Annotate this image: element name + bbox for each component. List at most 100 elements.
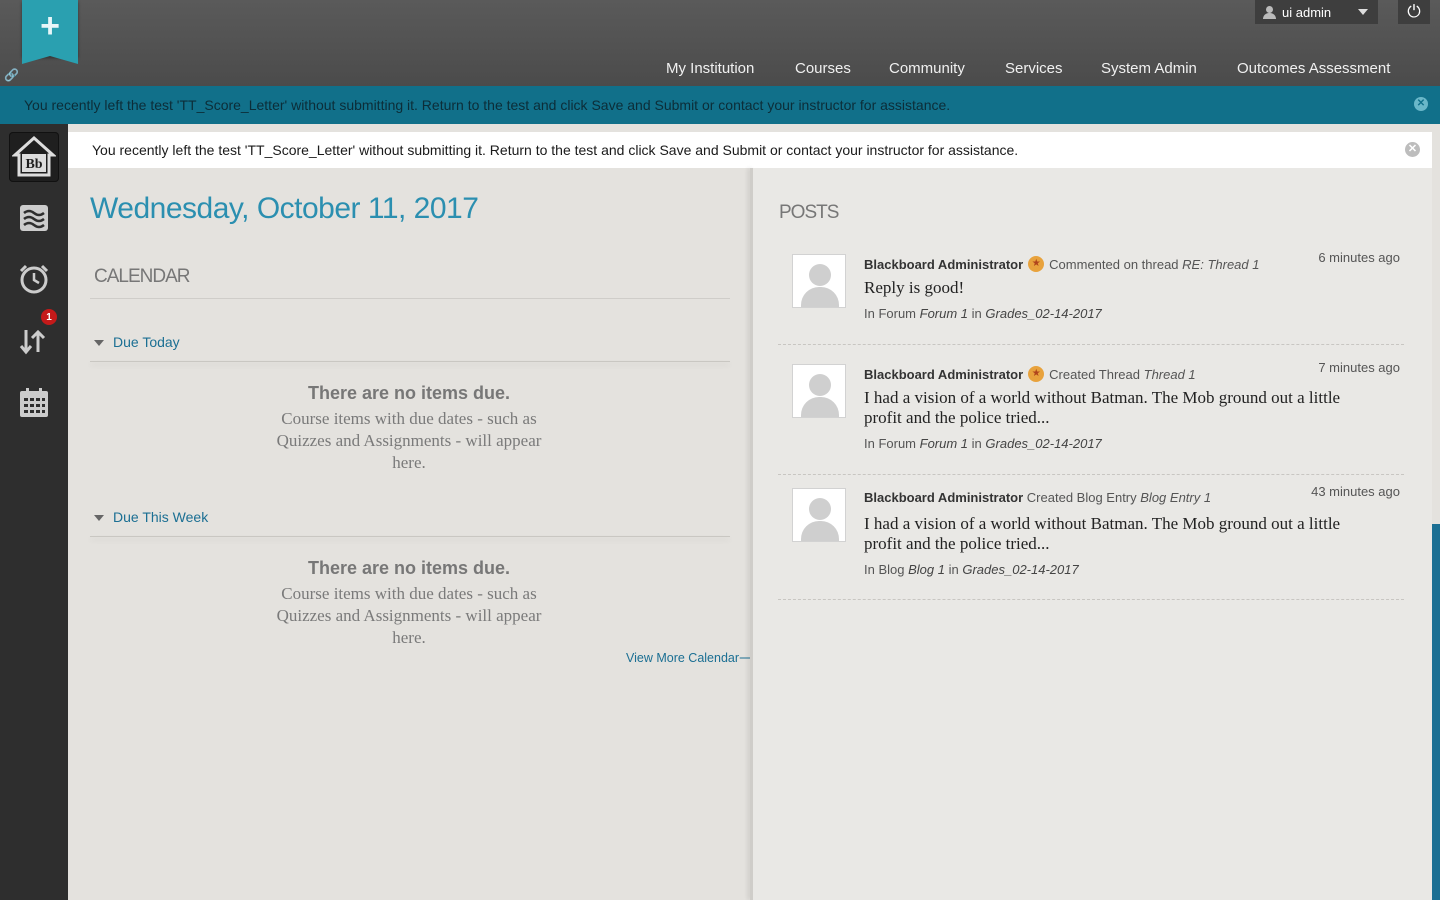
- svg-text:Bb: Bb: [25, 157, 42, 172]
- post-item: Blackboard Administrator Created Blog En…: [778, 482, 1404, 596]
- due-today-empty: There are no items due. Course items wit…: [264, 383, 554, 474]
- location-type: In Blog: [864, 562, 905, 577]
- main-content: You recently left the test 'TT_Score_Let…: [68, 124, 1440, 900]
- logout-button[interactable]: ⏻: [1398, 0, 1430, 24]
- post-meta: Blackboard Administrator Created Blog En…: [864, 490, 1211, 505]
- in-word: in: [971, 436, 982, 451]
- power-icon: ⏻: [1407, 2, 1421, 21]
- post-location: In Blog Blog 1 in Grades_02-14-2017: [864, 562, 1079, 577]
- location-type: In Forum: [864, 436, 917, 451]
- post-body[interactable]: I had a vision of a world without Batman…: [864, 388, 1374, 428]
- posts-pane: POSTS Blackboard Administrator ★ Comment…: [753, 168, 1432, 900]
- post-author[interactable]: Blackboard Administrator: [864, 490, 1023, 505]
- avatar: [792, 254, 846, 308]
- post-target[interactable]: Blog Entry 1: [1140, 490, 1211, 505]
- post-action: Created Thread: [1049, 366, 1140, 382]
- post-author[interactable]: Blackboard Administrator: [864, 367, 1023, 382]
- admin-badge-icon: ★: [1028, 366, 1045, 382]
- post-item: Blackboard Administrator ★ Created Threa…: [778, 358, 1404, 472]
- post-body[interactable]: Reply is good!: [864, 278, 1374, 298]
- due-week-label: Due This Week: [113, 509, 209, 525]
- post-target[interactable]: Thread 1: [1144, 367, 1196, 382]
- divider: [778, 599, 1404, 600]
- nav-my-institution[interactable]: My Institution: [666, 60, 754, 77]
- post-body[interactable]: I had a vision of a world without Batman…: [864, 514, 1374, 554]
- posts-heading: POSTS: [779, 202, 839, 223]
- stream-icon: [20, 205, 48, 231]
- triangle-down-icon: [94, 340, 104, 346]
- user-menu[interactable]: ui admin: [1255, 0, 1378, 24]
- rail-alarm[interactable]: [9, 254, 59, 304]
- rail-stream[interactable]: [9, 193, 59, 243]
- empty-title: There are no items due.: [307, 558, 511, 578]
- post-author[interactable]: Blackboard Administrator: [864, 257, 1023, 272]
- calendar-heading: CALENDAR: [94, 266, 190, 287]
- divider: [778, 344, 1404, 345]
- post-meta: Blackboard Administrator ★ Created Threa…: [864, 366, 1196, 382]
- inline-alert-text: You recently left the test 'TT_Score_Let…: [92, 142, 1019, 158]
- post-location: In Forum Forum 1 in Grades_02-14-2017: [864, 306, 1102, 321]
- user-name: ui admin: [1282, 4, 1332, 20]
- triangle-down-icon: [94, 515, 104, 521]
- alert-banner: You recently left the test 'TT_Score_Let…: [0, 86, 1440, 124]
- nav-outcomes-assessment[interactable]: Outcomes Assessment: [1237, 60, 1390, 77]
- course-name[interactable]: Grades_02-14-2017: [985, 436, 1101, 451]
- in-word: in: [971, 306, 982, 321]
- in-word: in: [948, 562, 959, 577]
- avatar: [792, 488, 846, 542]
- rail-calendar[interactable]: [9, 378, 59, 428]
- home-icon: Bb: [12, 135, 56, 177]
- location-name[interactable]: Blog 1: [908, 562, 945, 577]
- divider: [90, 361, 730, 362]
- empty-title: There are no items due.: [307, 383, 511, 403]
- close-icon[interactable]: ✕: [1414, 97, 1428, 111]
- post-time: 6 minutes ago: [1318, 250, 1400, 265]
- post-item: Blackboard Administrator ★ Commented on …: [778, 248, 1404, 342]
- quick-add-button[interactable]: +: [22, 0, 78, 64]
- nav-services[interactable]: Services: [1005, 60, 1063, 77]
- main-nav: My Institution Courses Community Service…: [0, 60, 1440, 80]
- user-icon: [1263, 5, 1276, 19]
- due-today-toggle[interactable]: Due Today: [94, 334, 180, 350]
- inline-alert: You recently left the test 'TT_Score_Let…: [68, 132, 1432, 168]
- post-time: 43 minutes ago: [1311, 484, 1400, 499]
- close-icon[interactable]: ✕: [1405, 142, 1420, 157]
- post-action: Commented on thread: [1049, 256, 1179, 272]
- view-more-calendar-link[interactable]: View More Calendar⟶: [626, 650, 757, 665]
- plus-icon: +: [40, 7, 60, 45]
- due-week-empty: There are no items due. Course items wit…: [264, 558, 554, 649]
- post-time: 7 minutes ago: [1318, 360, 1400, 375]
- post-meta: Blackboard Administrator ★ Commented on …: [864, 256, 1259, 272]
- page-title: Wednesday, October 11, 2017: [90, 192, 479, 225]
- empty-body: Course items with due dates - such as Qu…: [276, 584, 542, 647]
- avatar: [792, 364, 846, 418]
- course-name[interactable]: Grades_02-14-2017: [985, 306, 1101, 321]
- post-location: In Forum Forum 1 in Grades_02-14-2017: [864, 436, 1102, 451]
- nav-community[interactable]: Community: [889, 60, 965, 77]
- divider: [90, 536, 730, 537]
- top-header: + 🔗 ui admin ⏻ My Institution Courses Co…: [0, 0, 1440, 86]
- due-today-label: Due Today: [113, 334, 180, 350]
- post-action: Created Blog Entry: [1026, 490, 1137, 505]
- location-type: In Forum: [864, 306, 917, 321]
- calendar-icon: [20, 388, 48, 417]
- post-target[interactable]: RE: Thread 1: [1182, 257, 1259, 272]
- location-name[interactable]: Forum 1: [920, 436, 968, 451]
- empty-body: Course items with due dates - such as Qu…: [276, 409, 542, 472]
- updates-badge: 1: [41, 309, 57, 325]
- nav-courses[interactable]: Courses: [795, 60, 851, 77]
- calendar-pane: Wednesday, October 11, 2017 CALENDAR Due…: [68, 168, 757, 900]
- divider: [90, 298, 730, 299]
- admin-badge-icon: ★: [1028, 256, 1045, 272]
- scrollbar[interactable]: [1432, 524, 1440, 900]
- location-name[interactable]: Forum 1: [920, 306, 968, 321]
- alert-banner-text: You recently left the test 'TT_Score_Let…: [24, 97, 951, 113]
- course-name[interactable]: Grades_02-14-2017: [962, 562, 1078, 577]
- rail-updates[interactable]: 1: [9, 309, 59, 365]
- due-week-toggle[interactable]: Due This Week: [94, 509, 208, 525]
- left-rail: Bb 1: [0, 124, 68, 900]
- rail-home[interactable]: Bb: [9, 132, 59, 182]
- updates-icon: [19, 329, 46, 355]
- nav-system-admin[interactable]: System Admin: [1101, 60, 1197, 77]
- alarm-clock-icon: [19, 264, 49, 294]
